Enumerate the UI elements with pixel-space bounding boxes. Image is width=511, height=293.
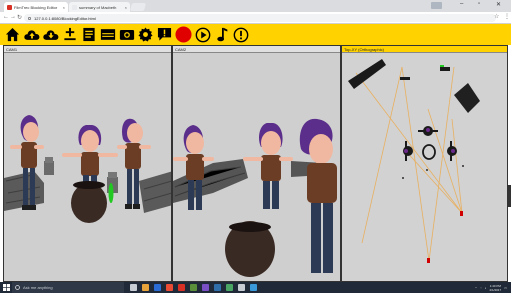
browser-tab-strip: FilmTrec Blocking Editor × summary of Ma… (0, 0, 511, 12)
download-button[interactable] (42, 26, 59, 43)
settings-icon (138, 27, 153, 42)
tab-title: summary of Macbeth (79, 4, 117, 10)
viewport-cam1[interactable]: CAM1 (3, 45, 172, 282)
app-icon[interactable] (214, 284, 221, 291)
speech-bubble-icon (157, 27, 172, 41)
volume-icon[interactable]: ◖ (485, 286, 487, 290)
address-bar-row: ← → ↻ 127.0.0.1:8080/BlockingEditor.html (0, 12, 511, 24)
app-icon[interactable] (238, 284, 245, 291)
back-icon[interactable]: ← (3, 14, 9, 20)
edge-icon[interactable] (154, 284, 161, 291)
close-window-icon[interactable]: ✕ (496, 1, 501, 8)
taskbar-apps (130, 284, 257, 291)
info-button[interactable] (232, 26, 249, 43)
taskbar-search-input[interactable]: Ask me anything (12, 282, 124, 293)
app-icon[interactable] (226, 284, 233, 291)
script-icon (82, 27, 95, 42)
record-button[interactable] (175, 26, 192, 43)
page-info-icon[interactable] (28, 16, 31, 20)
search-placeholder: Ask me anything (23, 285, 53, 290)
store-icon[interactable] (166, 284, 173, 291)
add-object-button[interactable] (61, 26, 78, 43)
system-tray: ^ ◔ ◖ 1:40 PM 2/1/2017 ▭ (475, 282, 507, 293)
storyboard-button[interactable] (99, 26, 116, 43)
url-text: 127.0.0.1:8080/BlockingEditor.html (34, 15, 96, 21)
settings-button[interactable] (137, 26, 154, 43)
play-button[interactable] (194, 26, 211, 43)
add-object-icon (63, 27, 76, 41)
upload-button[interactable] (23, 26, 40, 43)
file-explorer-icon[interactable] (142, 284, 149, 291)
user-profile-icon[interactable] (431, 2, 442, 9)
notifications-icon[interactable]: ▭ (504, 286, 507, 290)
clock[interactable]: 1:40 PM 2/1/2017 (489, 284, 501, 292)
tray-arrow-icon[interactable]: ^ (475, 286, 476, 290)
ortho-scene (348, 59, 480, 263)
start-button[interactable] (0, 282, 12, 293)
camera-icon (119, 30, 134, 40)
dialogue-button[interactable] (156, 26, 173, 43)
restore-icon[interactable]: ▫ (478, 1, 480, 7)
app-icon[interactable] (190, 284, 197, 291)
play-icon (195, 27, 210, 42)
close-tab-icon[interactable]: × (125, 5, 127, 10)
viewport-top-ortho[interactable]: Top-XY (Orthographic) (341, 45, 508, 282)
cam2-scene (173, 118, 337, 277)
windows-logo-icon (2, 284, 10, 291)
cam1-scene (4, 115, 171, 223)
music-button[interactable] (213, 26, 230, 43)
viewport-label: Top-XY (Orthographic) (342, 46, 507, 53)
minimize-icon[interactable]: – (460, 1, 463, 7)
script-button[interactable] (80, 26, 97, 43)
camera-marker[interactable] (427, 258, 430, 263)
info-icon (233, 27, 248, 42)
record-icon (175, 26, 192, 43)
windows-taskbar: Ask me anything (0, 282, 511, 293)
viewport-cam2[interactable]: CAM2 (172, 45, 341, 282)
task-view-icon[interactable] (130, 284, 137, 291)
visual-studio-icon[interactable] (202, 284, 209, 291)
app-toolbar (0, 24, 511, 45)
favicon-icon (72, 4, 77, 10)
viewport-label: CAM2 (173, 46, 340, 53)
home-button[interactable] (4, 26, 21, 43)
tab-title: FilmTrec Blocking Editor (14, 4, 58, 10)
storyboard-icon (100, 29, 115, 40)
viewport-label: CAM1 (4, 46, 171, 53)
camera-button[interactable] (118, 26, 135, 43)
forward-icon[interactable]: → (10, 14, 16, 20)
viewport-area: CAM1 CAM2 Top-XY (Orthographic) (0, 45, 511, 282)
bookmark-star-icon[interactable]: ☆ (494, 13, 499, 20)
cloud-upload-icon (23, 30, 39, 40)
close-tab-icon[interactable]: × (63, 5, 65, 10)
reload-icon[interactable]: ↻ (17, 14, 22, 21)
cortana-icon (15, 285, 20, 290)
app-icon[interactable] (250, 284, 257, 291)
cloud-download-icon (42, 30, 58, 40)
camera-marker[interactable] (460, 211, 463, 216)
tab-summary[interactable]: summary of Macbeth × (69, 2, 130, 12)
clock-date: 2/1/2017 (489, 287, 502, 292)
chrome-icon[interactable] (178, 284, 185, 291)
browser-menu-icon[interactable]: ⋮ (504, 13, 510, 20)
address-input[interactable]: 127.0.0.1:8080/BlockingEditor.html (24, 14, 496, 22)
favicon-icon (7, 4, 12, 10)
music-icon (216, 27, 227, 41)
new-tab-button[interactable] (129, 3, 147, 11)
network-icon[interactable]: ◔ (480, 286, 482, 290)
tab-blocking-editor[interactable]: FilmTrec Blocking Editor × (4, 2, 68, 12)
home-icon (5, 27, 20, 42)
